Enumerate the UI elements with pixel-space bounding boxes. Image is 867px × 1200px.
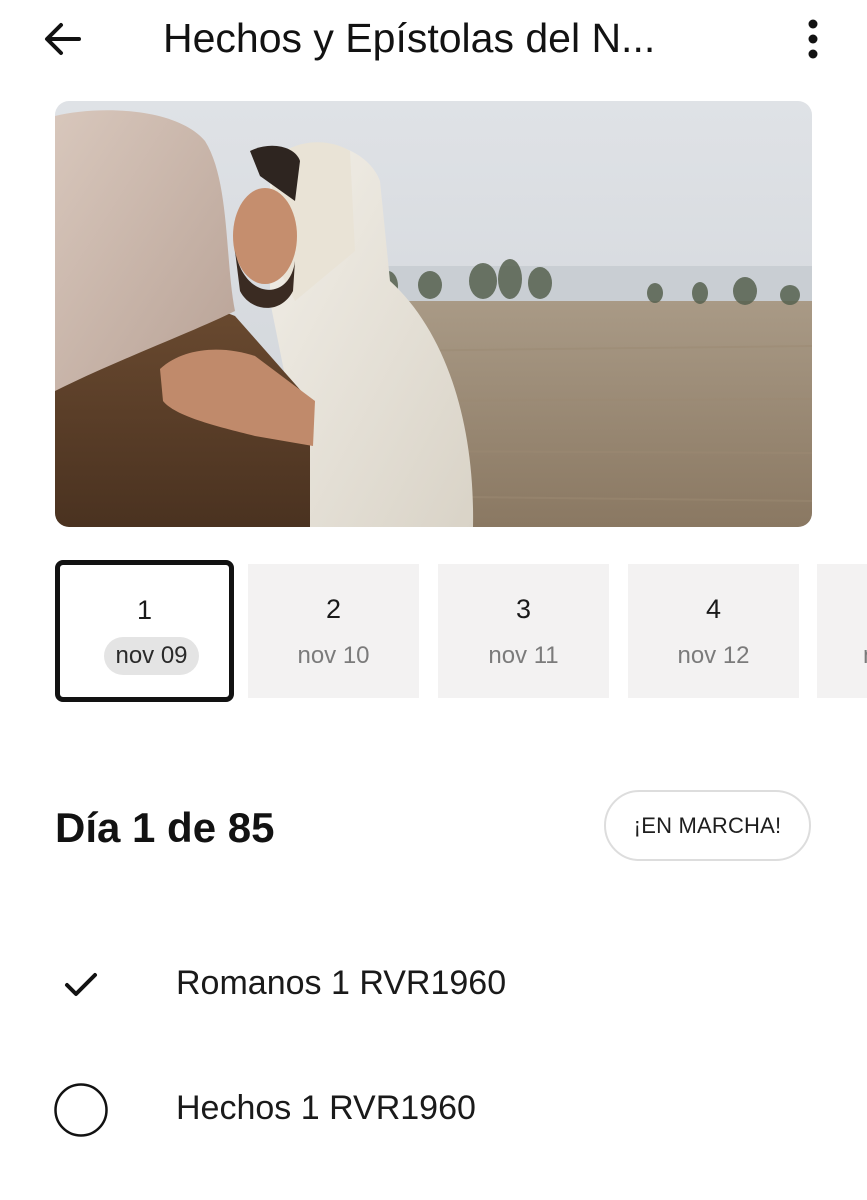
- day-date: nov 12: [677, 642, 750, 669]
- day-date: nov 10: [297, 642, 370, 669]
- top-app-bar: Hechos y Epístolas del N...: [0, 0, 867, 80]
- reading-plan-screen: Hechos y Epístolas del N... 1 nov 09 2 n…: [0, 0, 867, 1200]
- reading-status[interactable]: [52, 1081, 110, 1139]
- day-card-1[interactable]: 1 nov 09: [55, 560, 234, 702]
- reading-label: Romanos 1 RVR1960: [176, 964, 507, 1002]
- empty-circle-icon: [54, 1083, 108, 1137]
- day-selector: 1 nov 09 2 nov 10 3 nov 11 4 nov 12 n: [0, 560, 867, 705]
- day-number: 3: [515, 594, 532, 624]
- more-options-button[interactable]: [790, 14, 836, 64]
- day-card-4[interactable]: 4 nov 12: [628, 564, 799, 698]
- arrow-left-icon: [45, 23, 81, 55]
- reading-item[interactable]: Hechos 1 RVR1960: [0, 1073, 867, 1143]
- reading-label: Hechos 1 RVR1960: [176, 1089, 476, 1127]
- reading-item[interactable]: Romanos 1 RVR1960: [0, 948, 867, 1018]
- day-date: nov 11: [488, 642, 559, 669]
- day-card-5[interactable]: n: [817, 564, 867, 698]
- reading-status[interactable]: [52, 956, 110, 1014]
- more-vertical-icon: [808, 19, 818, 59]
- page-title: Hechos y Epístolas del N...: [163, 15, 656, 61]
- status-button[interactable]: ¡EN MARCHA!: [604, 790, 811, 861]
- day-date: n: [863, 640, 867, 672]
- checkmark-icon: [65, 973, 97, 996]
- day-number: 1: [136, 595, 153, 625]
- back-button[interactable]: [36, 14, 90, 64]
- day-date: nov 09: [104, 637, 199, 675]
- plan-cover-image: [55, 101, 812, 527]
- day-card-3[interactable]: 3 nov 11: [438, 564, 609, 698]
- day-number: 2: [325, 594, 342, 624]
- day-card-2[interactable]: 2 nov 10: [248, 564, 419, 698]
- day-progress-heading: Día 1 de 85: [55, 804, 275, 851]
- day-number: 4: [705, 594, 722, 624]
